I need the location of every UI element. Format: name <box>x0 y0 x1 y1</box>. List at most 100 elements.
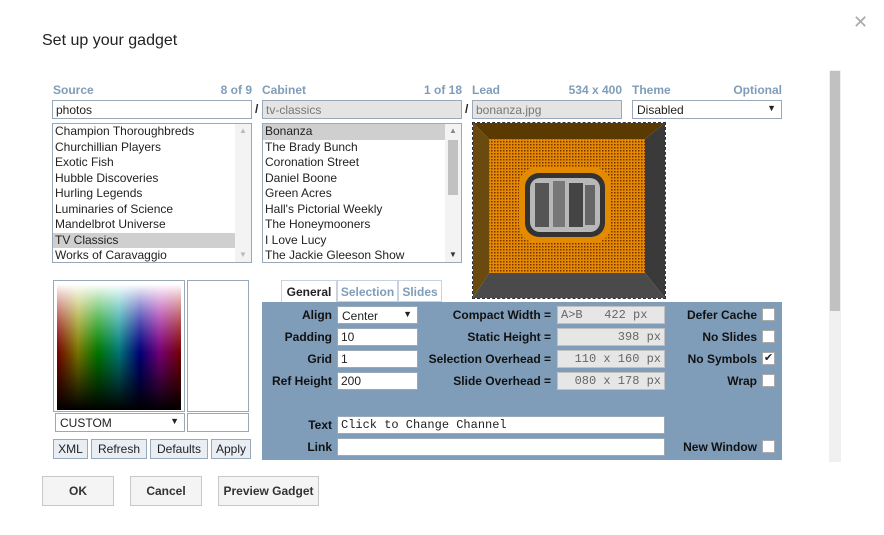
text-input[interactable]: Click to Change Channel <box>337 416 665 434</box>
cabinet-label: Cabinet <box>262 83 307 97</box>
dialog-scroll-thumb[interactable] <box>830 71 840 311</box>
compact-width-label: Compact Width = <box>452 308 551 322</box>
list-item[interactable]: Hurling Legends <box>53 186 235 202</box>
list-item[interactable]: Coronation Street <box>263 155 445 171</box>
list-item[interactable]: Works of Caravaggio <box>53 248 235 262</box>
list-item[interactable]: Bonanza <box>263 124 445 140</box>
theme-select[interactable]: Disabled ▼ <box>632 100 782 119</box>
theme-label: Theme <box>632 83 671 97</box>
align-select[interactable]: Center ▼ <box>337 306 418 324</box>
defer-cache-checkbox[interactable] <box>762 308 775 321</box>
color-mode-select[interactable]: CUSTOM ▼ <box>55 413 185 432</box>
list-item[interactable]: Churchillian Players <box>53 140 235 156</box>
xml-button[interactable]: XML <box>53 439 88 459</box>
scroll-down-icon[interactable]: ▼ <box>445 248 461 262</box>
lead-size: 534 x 400 <box>568 83 622 97</box>
text-label: Text <box>308 418 332 432</box>
static-height-label: Static Height = <box>467 330 551 344</box>
list-item[interactable]: Luminaries of Science <box>53 202 235 218</box>
source-input[interactable]: photos <box>52 100 252 119</box>
scroll-down-icon[interactable]: ▼ <box>235 248 251 262</box>
compact-width-value: A>B 422 px <box>557 306 665 324</box>
wrap-label: Wrap <box>727 374 757 388</box>
chevron-down-icon: ▼ <box>767 103 776 113</box>
padding-label: Padding <box>284 330 332 344</box>
list-item[interactable]: TV Classics <box>53 232 235 248</box>
no-slides-checkbox[interactable] <box>762 330 775 343</box>
cabinet-list[interactable]: Bonanza The Brady Bunch Coronation Street D… <box>262 123 462 263</box>
grid-label: Grid <box>307 352 332 366</box>
source-scrollbar[interactable]: ▲ ▼ <box>235 124 251 262</box>
link-label: Link <box>307 440 332 454</box>
align-value: Center <box>342 309 379 323</box>
cabinet-input[interactable]: tv-classics <box>262 100 462 119</box>
source-label: Source <box>53 83 94 97</box>
list-item[interactable]: Exotic Fish <box>53 155 235 171</box>
path-separator: / <box>465 102 469 116</box>
dialog-scrollbar[interactable] <box>829 70 841 462</box>
defaults-button[interactable]: Defaults <box>150 439 208 459</box>
apply-button[interactable]: Apply <box>211 439 251 459</box>
cabinet-scrollbar[interactable]: ▲ ▼ <box>445 124 461 262</box>
cabinet-count: 1 of 18 <box>423 83 462 97</box>
list-item[interactable]: Mandelbrot Universe <box>53 217 235 233</box>
path-separator: / <box>255 102 259 116</box>
ref-height-input[interactable]: 200 <box>337 372 418 390</box>
list-item[interactable]: I Love Lucy <box>263 233 445 249</box>
tab-selection[interactable]: Selection <box>337 280 398 302</box>
padding-input[interactable]: 10 <box>337 328 418 346</box>
scroll-up-icon[interactable]: ▲ <box>445 124 461 138</box>
list-item[interactable]: Daniel Boone <box>263 171 445 187</box>
lead-input[interactable]: bonanza.jpg <box>472 100 622 119</box>
list-item[interactable]: The Brady Bunch <box>263 140 445 156</box>
no-symbols-checkbox[interactable]: ✔ <box>762 352 775 365</box>
scroll-thumb[interactable] <box>448 140 458 195</box>
color-hex-input[interactable] <box>187 413 249 432</box>
source-items: Champion Thoroughbreds Churchillian Playe… <box>53 124 235 262</box>
color-spectrum[interactable] <box>57 284 181 410</box>
new-window-checkbox[interactable] <box>762 440 775 453</box>
source-list[interactable]: Champion Thoroughbreds Churchillian Playe… <box>52 123 252 263</box>
source-count: 8 of 9 <box>220 83 252 97</box>
selection-overhead-value: 110 x 160 px <box>557 350 665 368</box>
close-icon[interactable]: ✕ <box>853 12 868 33</box>
static-height-value: 398 px <box>557 328 665 346</box>
no-symbols-label: No Symbols <box>687 352 757 366</box>
list-item[interactable]: Green Acres <box>263 186 445 202</box>
ok-button[interactable]: OK <box>42 476 114 506</box>
new-window-label: New Window <box>683 440 757 454</box>
color-preview <box>187 280 249 412</box>
tab-general[interactable]: General <box>281 280 337 303</box>
list-item[interactable]: Hall's Pictorial Weekly <box>263 202 445 218</box>
refresh-button[interactable]: Refresh <box>91 439 147 459</box>
grid-input[interactable]: 1 <box>337 350 418 368</box>
list-item[interactable]: The Jackie Gleeson Show <box>263 248 445 262</box>
lead-label: Lead <box>472 83 501 97</box>
slide-overhead-label: Slide Overhead = <box>453 374 551 388</box>
defer-cache-label: Defer Cache <box>686 308 757 322</box>
color-mode-value: CUSTOM <box>60 416 112 430</box>
tab-slides[interactable]: Slides <box>398 280 442 302</box>
theme-select-value: Disabled <box>637 103 684 117</box>
slide-overhead-value: 080 x 178 px <box>557 372 665 390</box>
preview-gadget-button[interactable]: Preview Gadget <box>218 476 319 506</box>
wrap-checkbox[interactable] <box>762 374 775 387</box>
list-item[interactable]: Hubble Discoveries <box>53 171 235 187</box>
list-item[interactable]: The Honeymooners <box>263 217 445 233</box>
align-label: Align <box>302 308 332 322</box>
cancel-button[interactable]: Cancel <box>130 476 202 506</box>
color-picker[interactable] <box>53 280 185 412</box>
no-slides-label: No Slides <box>702 330 757 344</box>
link-input[interactable] <box>337 438 665 456</box>
chevron-down-icon: ▼ <box>403 309 412 319</box>
scroll-up-icon[interactable]: ▲ <box>235 124 251 138</box>
ref-height-label: Ref Height <box>272 374 332 388</box>
cabinet-items: Bonanza The Brady Bunch Coronation Street D… <box>263 124 445 262</box>
chevron-down-icon: ▼ <box>170 416 179 426</box>
preview-image <box>473 123 665 298</box>
selection-overhead-label: Selection Overhead = <box>428 352 551 366</box>
lead-preview[interactable] <box>472 122 666 299</box>
list-item[interactable]: Champion Thoroughbreds <box>53 124 235 140</box>
theme-optional: Optional <box>733 83 782 97</box>
dialog-title: Set up your gadget <box>42 32 178 49</box>
